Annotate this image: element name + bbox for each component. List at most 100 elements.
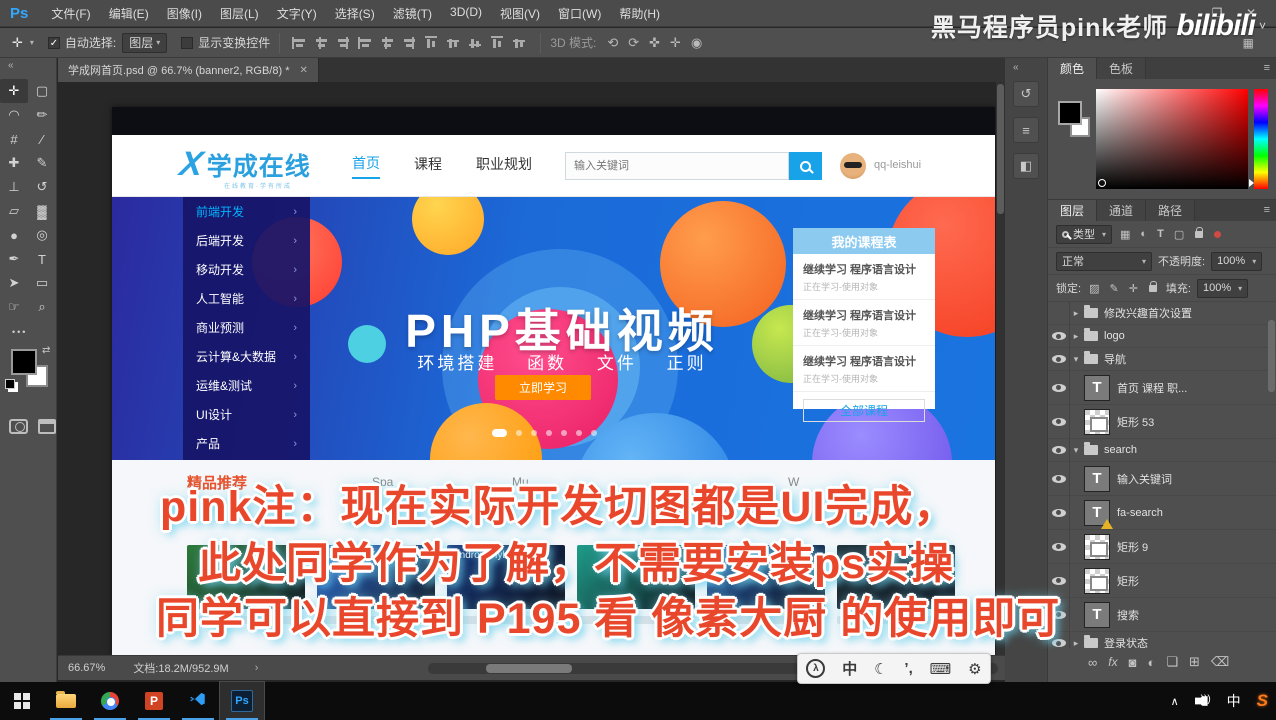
layer-row[interactable]: ▸ 修改兴趣首次设置 [1048,302,1276,325]
foreground-color-swatch[interactable] [11,349,37,375]
photoshop[interactable]: Ps [219,681,265,720]
distribute-left-icon[interactable] [490,35,506,50]
smart-object-filter-icon[interactable] [1195,226,1204,238]
disclosure-triangle-icon[interactable]: ▸ [1070,331,1082,342]
pagination-dot[interactable] [576,430,582,436]
opacity-field[interactable]: 100% ▾ [1211,251,1263,271]
layer-row[interactable]: T 首页 课程 职... [1048,371,1276,405]
brush-tool[interactable]: ✎ [28,151,56,175]
align-left-edges-icon[interactable] [358,36,374,50]
show-transform-checkbox[interactable]: ✓ [181,36,194,49]
lock-transparent-icon[interactable]: ▨ [1089,282,1099,295]
screen-mode-icon[interactable] [38,419,56,434]
menu-item[interactable]: 图层(L) [211,5,268,22]
layer-row[interactable]: 矩形 53 [1048,405,1276,439]
nav-职业规划[interactable]: 职业规划 [476,154,532,178]
eyedropper-tool[interactable]: ⁄ [28,127,56,151]
menu-item[interactable]: 滤镜(T) [384,5,441,22]
course-card[interactable] [577,545,695,609]
all-courses-button[interactable]: 全部课程 [803,399,925,422]
type-tool[interactable]: T [28,247,56,271]
pagination-dot[interactable] [561,430,567,436]
blur-tool[interactable]: ● [0,223,28,247]
menu-item[interactable]: 帮助(H) [610,5,669,22]
default-colors-icon[interactable] [5,379,15,389]
tab-色板[interactable]: 色板 [1097,58,1147,79]
move-tool[interactable]: ✛ [0,79,28,103]
adjustment-layer-icon[interactable]: ◐ [1147,655,1155,670]
menu-item[interactable]: 编辑(E) [100,5,158,22]
visibility-toggle[interactable] [1048,325,1070,347]
align-top-edges-icon[interactable] [292,36,308,50]
zoom-tool[interactable]: ⌕ [28,295,56,319]
rectangle-tool[interactable]: ▭ [28,271,56,295]
layer-row[interactable]: Tfa-search [1048,496,1276,530]
visibility-toggle[interactable] [1048,598,1070,631]
volume-icon[interactable]: ))) [1194,694,1211,708]
category-link[interactable]: Mu [512,475,529,489]
shape-filter-icon[interactable]: ▢ [1174,228,1184,241]
eraser-tool[interactable]: ▱ [0,199,28,223]
layer-row[interactable]: ▸ logo [1048,325,1276,348]
banner-menu-item[interactable]: 云计算&大数据 › [183,342,310,371]
close-tab-icon[interactable]: ✕ [299,65,307,76]
search-input[interactable] [565,152,789,180]
visibility-toggle[interactable] [1048,462,1070,495]
new-layer-icon[interactable]: ⊞ [1189,654,1200,670]
distribute-vertical-icon[interactable] [446,36,462,50]
banner-menu-item[interactable]: 移动开发 › [183,255,310,284]
disclosure-triangle-icon[interactable]: ▸ [1070,308,1082,319]
tray-chevron-icon[interactable]: ∧ [1171,695,1179,708]
chrome[interactable] [88,682,132,720]
align-bottom-edges-icon[interactable] [336,36,352,50]
ime-language-indicator[interactable]: 中 [1227,691,1241,711]
history-brush-tool[interactable]: ↺ [28,175,56,199]
visibility-toggle[interactable] [1048,302,1070,324]
layer-row[interactable]: 矩形 9 [1048,530,1276,564]
pagination-dot[interactable] [492,429,507,437]
scale-3d-icon[interactable]: ◉ [691,35,702,51]
file-explorer[interactable] [44,682,88,720]
menu-item[interactable]: 3D(D) [441,5,491,22]
banner-cta-button[interactable]: 立即学习 [495,375,591,400]
workspace-switcher-icon[interactable]: ▦ [1243,36,1254,50]
drag-3d-icon[interactable]: ✜ [649,35,660,51]
disclosure-triangle-icon[interactable]: ▸ [1070,638,1082,649]
rectangular-marquee-tool[interactable]: ▢ [28,79,56,103]
more-tools-icon[interactable]: ••• [12,327,56,337]
layer-row[interactable]: T 输入关键词 [1048,462,1276,496]
category-link[interactable]: W [788,475,799,489]
delete-layer-icon[interactable]: ⌫ [1211,654,1229,670]
start-button[interactable] [0,682,44,720]
banner-menu-item[interactable]: 人工智能 › [183,284,310,313]
healing-brush-tool[interactable]: ✚ [0,151,28,175]
course-card[interactable] [837,545,955,609]
menu-item[interactable]: 文件(F) [42,5,99,22]
rotate-3d-icon[interactable]: ⟲ [607,35,618,51]
pagination-dot[interactable] [531,430,537,436]
restore-button[interactable]: ❐ [1200,0,1234,26]
blend-mode-dropdown[interactable]: 正常 ▾ [1056,251,1152,271]
adjustment-filter-icon[interactable]: ◐ [1140,228,1147,240]
distribute-bottom-icon[interactable] [468,36,484,50]
align-vertical-centers-icon[interactable] [314,36,330,50]
soft-keyboard-icon[interactable]: ⌨ [930,660,952,678]
nav-课程[interactable]: 课程 [414,154,442,178]
course-item[interactable]: 继续学习 程序语言设计 正在学习-使用对象 [793,254,935,300]
pagination-dot[interactable] [546,430,552,436]
collapse-panel-icon[interactable]: « [0,58,56,71]
pixel-filter-icon[interactable]: ▦ [1120,228,1130,241]
layers-scrollbar[interactable] [1268,320,1275,392]
new-group-icon[interactable]: ❏ [1166,654,1178,670]
powerpoint[interactable]: P [132,682,176,720]
layer-row[interactable]: ▾ search [1048,439,1276,462]
banner-menu-item[interactable]: UI设计 › [183,400,310,429]
ime-settings-icon[interactable]: ⚙ [968,660,981,678]
avatar[interactable] [840,153,866,179]
sogou-tray-icon[interactable]: S [1257,691,1268,711]
visibility-toggle[interactable] [1048,564,1070,597]
menu-item[interactable]: 文字(Y) [268,5,326,22]
visibility-toggle[interactable] [1048,496,1070,529]
foreground-color-swatch[interactable] [1058,101,1082,125]
visibility-toggle[interactable] [1048,439,1070,461]
